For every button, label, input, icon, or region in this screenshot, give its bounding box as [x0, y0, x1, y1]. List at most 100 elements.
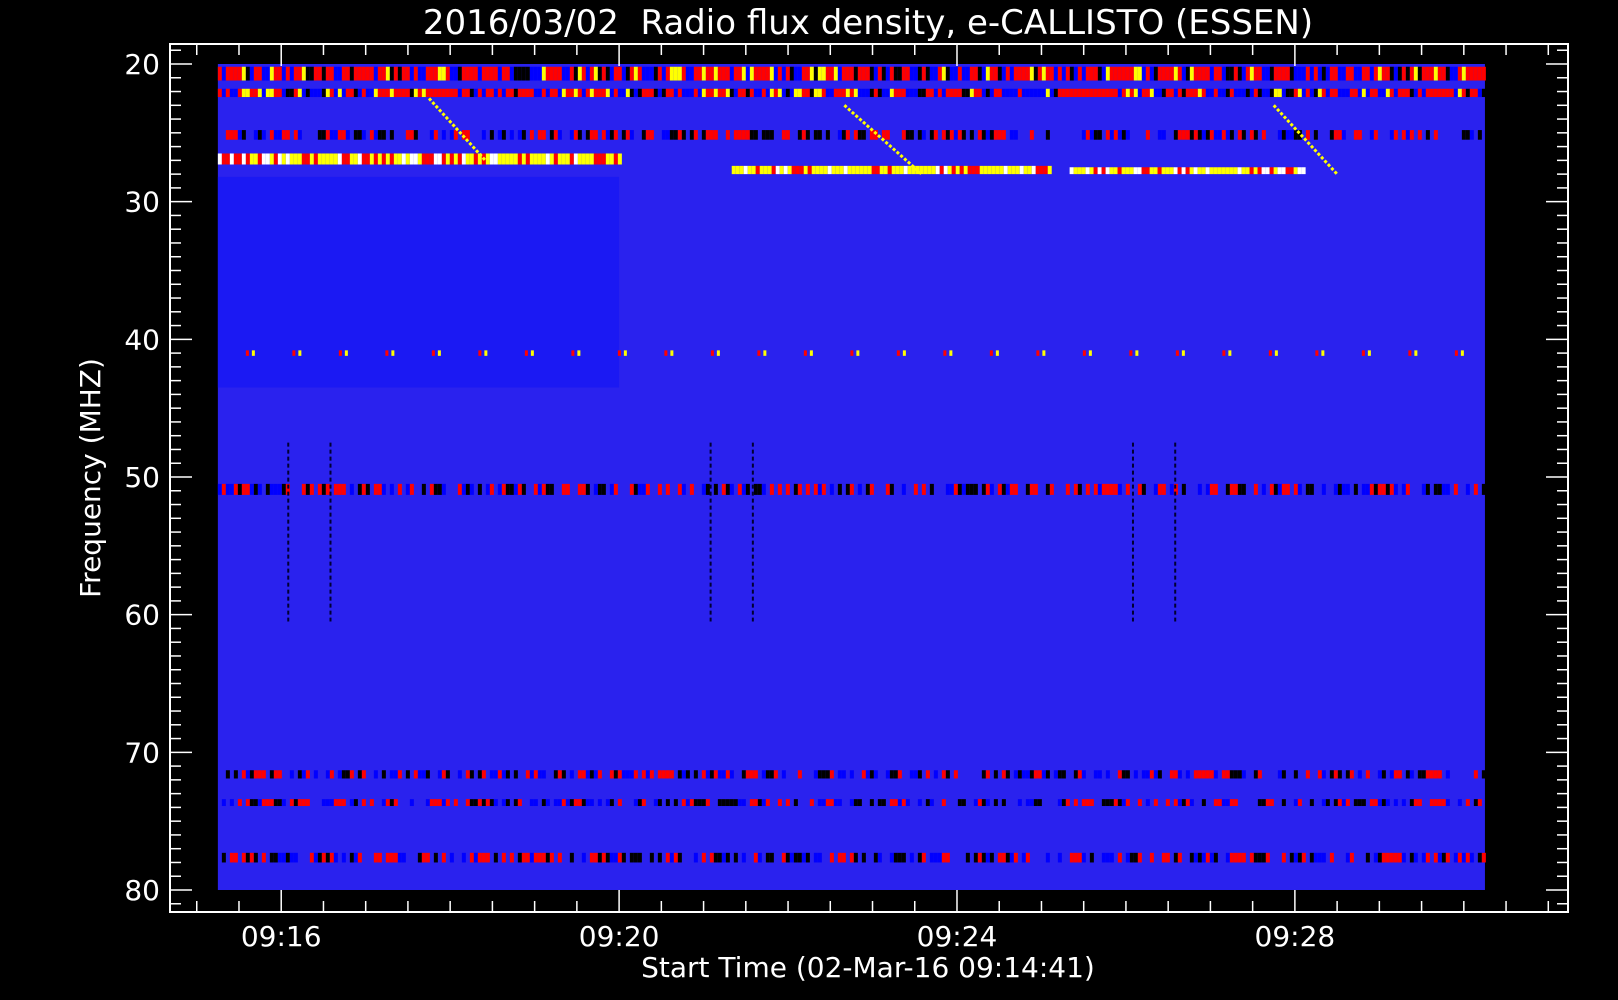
band-segment	[1437, 799, 1442, 807]
band-segment	[541, 130, 546, 140]
band-segment	[1101, 167, 1106, 175]
band-segment	[377, 852, 382, 863]
band-segment	[1405, 770, 1410, 779]
band-segment	[951, 165, 956, 175]
band-segment	[505, 88, 510, 98]
band-segment	[1205, 130, 1210, 140]
band-segment	[301, 153, 306, 165]
band-segment	[1105, 483, 1110, 495]
band-segment	[297, 799, 302, 807]
band-segment	[537, 153, 542, 165]
band-segment	[389, 66, 394, 81]
band-segment	[373, 770, 378, 779]
band-segment	[1177, 770, 1182, 779]
band-segment	[1121, 130, 1126, 140]
band-segment	[945, 66, 950, 81]
band-segment	[297, 153, 302, 165]
band-segment	[1165, 799, 1170, 807]
band-segment	[621, 88, 626, 98]
band-segment	[369, 799, 374, 807]
band-segment	[589, 130, 594, 140]
band-segment	[457, 66, 462, 81]
band-segment	[993, 88, 998, 98]
band-segment	[995, 165, 1000, 175]
band-segment	[1209, 130, 1214, 140]
band-segment	[783, 165, 788, 175]
band-segment	[1141, 88, 1146, 98]
band-segment	[901, 130, 906, 140]
band-segment	[1433, 852, 1438, 863]
band-segment	[425, 852, 430, 863]
band-segment	[1409, 799, 1414, 807]
band-segment	[389, 88, 394, 98]
band-segment	[1481, 770, 1486, 779]
band-segment	[233, 852, 238, 863]
band-segment	[885, 88, 890, 98]
band-segment	[1085, 167, 1090, 175]
spectrogram-chart: 2016/03/02 Radio flux density, e-CALLIST…	[0, 0, 1618, 1000]
band-segment	[1337, 799, 1342, 807]
band-segment	[589, 88, 594, 98]
band-segment	[891, 165, 896, 175]
band-segment	[589, 66, 594, 81]
band-segment	[517, 88, 522, 98]
band-segment	[1325, 799, 1330, 807]
band-segment	[669, 88, 674, 98]
band-segment	[301, 66, 306, 81]
band-segment	[617, 88, 622, 98]
band-segment	[1117, 167, 1122, 175]
band-segment	[669, 852, 674, 863]
band-segment	[525, 852, 530, 863]
band-segment	[245, 770, 250, 779]
band-segment	[733, 130, 738, 140]
band-segment	[549, 153, 554, 165]
band-segment	[505, 799, 510, 807]
band-segment	[1285, 130, 1290, 140]
band-segment	[841, 130, 846, 140]
band-segment	[1145, 167, 1150, 175]
band-segment	[623, 350, 627, 356]
band-segment	[889, 799, 894, 807]
y-tick-label: 40	[124, 323, 160, 356]
band-segment	[1401, 88, 1406, 98]
band-segment	[1161, 66, 1166, 81]
band-segment	[397, 770, 402, 779]
band-segment	[821, 770, 826, 779]
band-segment	[1337, 130, 1342, 140]
band-segment	[417, 770, 422, 779]
band-segment	[1293, 799, 1298, 807]
band-segment	[589, 153, 594, 165]
band-segment	[1441, 88, 1446, 98]
band-segment	[697, 66, 702, 81]
band-segment	[701, 799, 706, 807]
band-segment	[489, 88, 494, 98]
band-segment	[233, 88, 238, 98]
band-segment	[797, 852, 802, 863]
band-segment	[1229, 770, 1234, 779]
band-segment	[581, 483, 586, 495]
band-segment	[589, 852, 594, 863]
band-segment	[1225, 852, 1230, 863]
band-segment	[805, 483, 810, 495]
band-segment	[1225, 483, 1230, 495]
x-axis-label: Start Time (02-Mar-16 09:14:41)	[641, 951, 1095, 984]
band-segment	[481, 770, 486, 779]
band-segment	[949, 88, 954, 98]
band-segment	[1317, 66, 1322, 81]
band-segment	[1261, 799, 1266, 807]
band-segment	[245, 483, 250, 495]
band-segment	[245, 350, 249, 356]
band-segment	[513, 483, 518, 495]
band-segment	[1285, 167, 1290, 175]
band-segment	[977, 66, 982, 81]
band-segment	[697, 88, 702, 98]
band-segment	[1193, 770, 1198, 779]
band-segment	[1341, 66, 1346, 81]
band-segment	[349, 153, 354, 165]
band-segment	[785, 483, 790, 495]
band-segment	[541, 852, 546, 863]
band-segment	[925, 66, 930, 81]
band-segment	[249, 799, 254, 807]
band-segment	[793, 483, 798, 495]
band-segment	[1445, 770, 1450, 779]
